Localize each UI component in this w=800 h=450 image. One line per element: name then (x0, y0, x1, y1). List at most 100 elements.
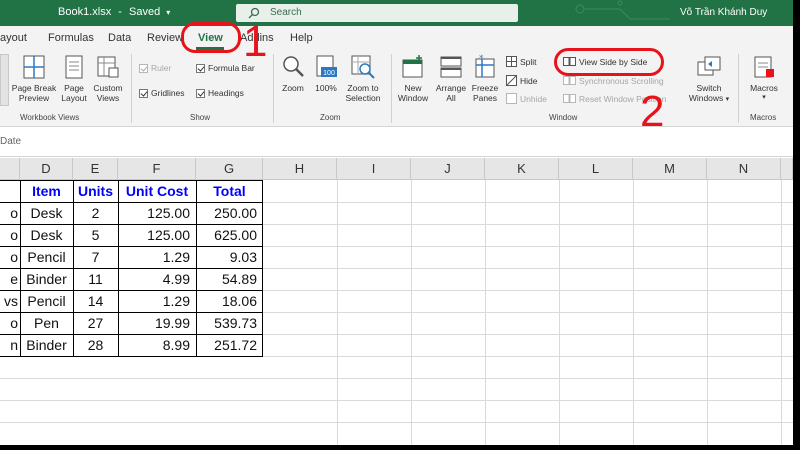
column-header-l[interactable]: L (559, 158, 633, 180)
new-window-icon (402, 55, 423, 78)
custom-views-button[interactable]: Custom Views (90, 54, 126, 103)
cell-partial[interactable]: o (0, 312, 20, 334)
cell-units[interactable]: 2 (73, 202, 118, 224)
arrange-all-label: Arrange All (435, 83, 467, 103)
cell-unit-cost[interactable]: 8.99 (118, 334, 196, 356)
synchronous-scrolling-button[interactable]: Synchronous Scrolling (563, 75, 664, 86)
gridline (0, 378, 793, 379)
cell-partial[interactable]: n (0, 334, 20, 356)
formula-bar[interactable]: Date (0, 127, 793, 157)
column-header-f[interactable]: F (118, 158, 196, 180)
cell-partial[interactable]: o (0, 246, 20, 268)
table-header-total[interactable]: Total (196, 180, 263, 202)
page-layout-button[interactable]: Page Layout (58, 54, 90, 103)
column-header-m[interactable]: M (633, 158, 707, 180)
cell-units[interactable]: 7 (73, 246, 118, 268)
cell-unit-cost[interactable]: 4.99 (118, 268, 196, 290)
new-window-label: New Window (397, 83, 429, 103)
split-button[interactable]: Split (506, 56, 537, 67)
document-title[interactable]: Book1.xlsx - Saved ▾ (58, 6, 170, 18)
cell-item[interactable]: Binder (20, 268, 73, 290)
column-header-i[interactable]: I (337, 158, 411, 180)
unhide-label: Unhide (520, 93, 547, 104)
magnifier-icon (283, 56, 304, 77)
cell-units[interactable]: 28 (73, 334, 118, 356)
page-break-preview-button[interactable]: Page Break Preview (10, 54, 58, 103)
column-header-partial[interactable] (781, 158, 793, 180)
zoom-to-selection-button[interactable]: Zoom to Selection (340, 54, 386, 103)
hide-button[interactable]: Hide (506, 75, 537, 86)
cell-partial[interactable]: e (0, 268, 20, 290)
normal-view-button-partial[interactable] (0, 54, 9, 106)
column-header-d[interactable]: D (20, 158, 73, 180)
tab-help[interactable]: Help (290, 32, 313, 44)
column-header-k[interactable]: K (485, 158, 559, 180)
tab-page-layout[interactable]: ayout (0, 32, 27, 44)
cell-partial[interactable]: o (0, 224, 20, 246)
switch-windows-button[interactable]: Switch Windows ▾ (686, 54, 732, 105)
cell-partial[interactable]: o (0, 202, 20, 224)
cell-total[interactable]: 625.00 (196, 224, 263, 246)
arrange-all-button[interactable]: Arrange All (432, 54, 470, 103)
column-header-j[interactable]: J (411, 158, 485, 180)
account-name[interactable]: Võ Trần Khánh Duy (680, 7, 767, 18)
worksheet-grid[interactable]: D E F G H I J K L M N Item Units Unit Co… (0, 158, 793, 445)
unhide-button[interactable]: Unhide (506, 93, 547, 104)
ruler-checkbox[interactable]: Ruler (139, 63, 171, 73)
column-header-partial[interactable] (0, 158, 20, 180)
arrange-all-icon (440, 56, 462, 78)
cell-total[interactable]: 250.00 (196, 202, 263, 224)
cell-unit-cost[interactable]: 125.00 (118, 202, 196, 224)
cell-total[interactable]: 251.72 (196, 334, 263, 356)
table-header-item[interactable]: Item (20, 180, 73, 202)
cell-unit-cost[interactable]: 19.99 (118, 312, 196, 334)
zoom-to-selection-label: Zoom to Selection (345, 83, 381, 103)
cell-item[interactable]: Desk (20, 202, 73, 224)
tab-review[interactable]: Review (147, 32, 183, 44)
cell-units[interactable]: 27 (73, 312, 118, 334)
cell-units[interactable]: 14 (73, 290, 118, 312)
cell-units[interactable]: 11 (73, 268, 118, 290)
tab-formulas[interactable]: Formulas (48, 32, 94, 44)
macros-button[interactable]: Macros ▾ (744, 54, 784, 103)
macros-group-label: Macros (750, 113, 777, 122)
page-break-preview-label: Page Break Preview (11, 83, 57, 103)
cell-total[interactable]: 539.73 (196, 312, 263, 334)
cell-units[interactable]: 5 (73, 224, 118, 246)
column-header-n[interactable]: N (707, 158, 781, 180)
zoom-100-icon: 100 (316, 55, 337, 77)
cell-unit-cost[interactable]: 1.29 (118, 290, 196, 312)
column-header-h[interactable]: H (263, 158, 337, 180)
new-window-button[interactable]: New Window (394, 54, 432, 103)
ruler-label: Ruler (151, 63, 172, 73)
column-header-g[interactable]: G (196, 158, 263, 180)
cell-item[interactable]: Desk (20, 224, 73, 246)
cell-item[interactable]: Binder (20, 334, 73, 356)
freeze-panes-button[interactable]: * Freeze Panes (468, 54, 502, 103)
cell-item[interactable]: Pen (20, 312, 73, 334)
zoom-selection-icon (351, 55, 375, 79)
zoom-group-label: Zoom (320, 113, 341, 122)
cell-total[interactable]: 18.06 (196, 290, 263, 312)
show-group-label: Show (190, 113, 211, 122)
column-header-e[interactable]: E (73, 158, 118, 180)
cell-total[interactable]: 9.03 (196, 246, 263, 268)
cell-unit-cost[interactable]: 125.00 (118, 224, 196, 246)
zoom-button[interactable]: Zoom (278, 54, 308, 93)
cell-unit-cost[interactable]: 1.29 (118, 246, 196, 268)
chevron-down-icon: ▾ (725, 96, 730, 103)
search-box[interactable]: Search (236, 4, 518, 22)
gridlines-checkbox[interactable]: Gridlines (139, 88, 185, 98)
zoom-100-button[interactable]: 100 100% (312, 54, 340, 93)
tab-data[interactable]: Data (108, 32, 131, 44)
cell-total[interactable]: 54.89 (196, 268, 263, 290)
table-header-units[interactable]: Units (73, 180, 118, 202)
checkbox-icon (196, 88, 205, 98)
group-separator (131, 54, 132, 123)
hide-label: Hide (520, 75, 538, 86)
cell-item[interactable]: Pencil (20, 290, 73, 312)
table-header-unit-cost[interactable]: Unit Cost (118, 180, 196, 202)
cell-item[interactable]: Pencil (20, 246, 73, 268)
headings-checkbox[interactable]: Headings (196, 88, 244, 98)
cell-partial[interactable]: vs (0, 290, 20, 312)
